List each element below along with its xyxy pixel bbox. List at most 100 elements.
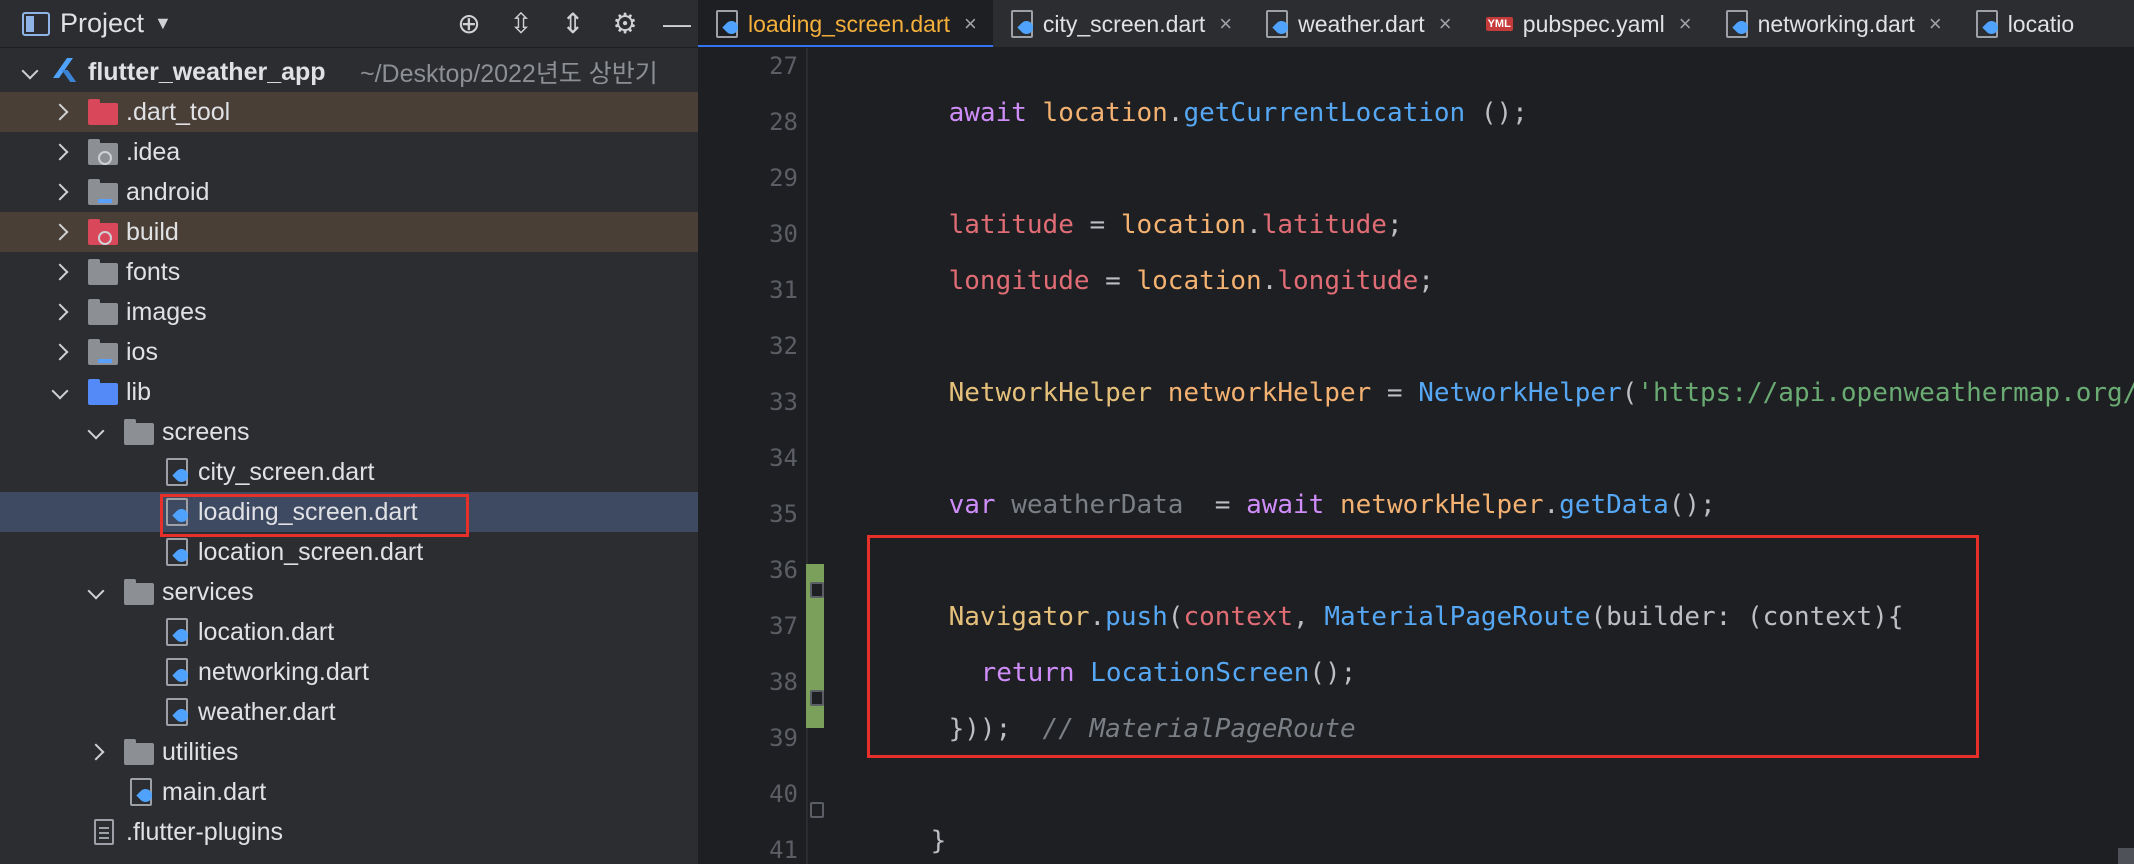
tree-item-build[interactable]: build: [0, 212, 698, 252]
chevron-down-icon[interactable]: [52, 386, 68, 402]
folder-icon: [124, 739, 154, 765]
tab-label: weather.dart: [1298, 10, 1425, 37]
module-folder-icon: [88, 339, 118, 365]
tree-item-networking[interactable]: networking.dart: [0, 652, 698, 692]
tab-weather[interactable]: weather.dart ×: [1248, 0, 1467, 47]
tree-item-idea[interactable]: .idea: [0, 132, 698, 172]
line-number: 36: [769, 556, 798, 584]
line-number: 35: [769, 500, 798, 528]
dart-file-icon: [166, 618, 188, 646]
line-number: 31: [769, 276, 798, 304]
dart-file-icon: [716, 10, 738, 38]
tree-item-label: screens: [162, 417, 250, 446]
close-icon[interactable]: ×: [1679, 11, 1692, 37]
gear-icon[interactable]: ⚙: [610, 9, 640, 39]
source-folder-icon: [88, 379, 118, 405]
project-view-icon: [22, 11, 50, 36]
tree-item-location-screen[interactable]: location_screen.dart: [0, 532, 698, 572]
line-number: 37: [769, 612, 798, 640]
text-file-icon: [94, 819, 114, 845]
dart-file-icon: [1725, 10, 1748, 38]
chevron-right-icon[interactable]: [52, 344, 68, 360]
collapse-all-icon[interactable]: ⇕: [558, 9, 588, 39]
chevron-right-icon[interactable]: [52, 264, 68, 280]
dart-file-icon: [166, 698, 188, 726]
chevron-down-icon[interactable]: [22, 66, 38, 82]
excluded-folder-icon: [88, 99, 118, 125]
tree-item-android[interactable]: android: [0, 172, 698, 212]
tab-loading-screen[interactable]: loading_screen.dart ×: [698, 0, 993, 47]
tree-item-city-screen[interactable]: city_screen.dart: [0, 452, 698, 492]
tree-item-label: images: [126, 297, 207, 326]
tree-item-main[interactable]: main.dart: [0, 772, 698, 812]
line-number: 27: [769, 52, 798, 80]
close-icon[interactable]: ×: [1219, 11, 1232, 37]
chevron-down-icon[interactable]: [88, 586, 104, 602]
chevron-right-icon[interactable]: [52, 224, 68, 240]
fold-toggle-icon[interactable]: [810, 690, 824, 706]
tab-label: pubspec.yaml: [1522, 10, 1665, 37]
dart-file-icon: [166, 458, 188, 486]
vertical-scrollbar[interactable]: [2118, 848, 2134, 864]
dart-file-icon: [166, 538, 188, 566]
chevron-right-icon[interactable]: [52, 104, 68, 120]
tree-item-ios[interactable]: ios: [0, 332, 698, 372]
dart-file-icon: [166, 658, 188, 686]
dart-file-icon: [1975, 10, 1998, 38]
tree-item-label: .dart_tool: [126, 97, 231, 126]
line-number: 34: [769, 444, 798, 472]
tree-item-label: city_screen.dart: [198, 457, 375, 486]
project-panel-title[interactable]: Project: [60, 8, 144, 39]
chevron-right-icon[interactable]: [88, 744, 104, 760]
minimize-icon[interactable]: —: [662, 9, 692, 39]
line-number-gutter: 27 28 29 30 31 32 33 34 35 36 37 38 39 4…: [698, 48, 828, 864]
tab-pubspec[interactable]: YML pubspec.yaml ×: [1468, 0, 1708, 47]
tree-item-fonts[interactable]: fonts: [0, 252, 698, 292]
tree-item-label: location_screen.dart: [198, 537, 424, 566]
tab-label: locatio: [2007, 10, 2075, 37]
tree-item-label: ios: [126, 337, 158, 366]
tab-networking[interactable]: networking.dart ×: [1708, 0, 1958, 47]
tree-root[interactable]: flutter_weather_app ~/Desktop/2022년도 상반기: [0, 52, 698, 92]
close-icon[interactable]: ×: [1929, 11, 1942, 37]
tree-item-label: main.dart: [162, 777, 267, 806]
tab-label: city_screen.dart: [1042, 10, 1206, 37]
fold-toggle-icon[interactable]: [810, 802, 824, 818]
idea-folder-icon: [88, 139, 118, 165]
tree-item-screens[interactable]: screens: [0, 412, 698, 452]
tree-root-label: flutter_weather_app: [88, 57, 326, 86]
fold-toggle-icon[interactable]: [810, 582, 824, 598]
tab-city-screen[interactable]: city_screen.dart ×: [993, 0, 1248, 47]
tree-item-images[interactable]: images: [0, 292, 698, 332]
tree-item-lib[interactable]: lib: [0, 372, 698, 412]
tree-item-label: weather.dart: [198, 697, 336, 726]
tree-item-label: build: [126, 217, 179, 246]
code-editor[interactable]: 27 28 29 30 31 32 33 34 35 36 37 38 39 4…: [698, 48, 2134, 864]
tree-item-utilities[interactable]: utilities: [0, 732, 698, 772]
code-line-40: }: [930, 826, 947, 856]
chevron-right-icon[interactable]: [52, 144, 68, 160]
chevron-right-icon[interactable]: [52, 184, 68, 200]
line-number: 33: [769, 388, 798, 416]
tree-item-weather[interactable]: weather.dart: [0, 692, 698, 732]
locate-icon[interactable]: ⊕: [454, 9, 484, 39]
code-line-27: await location.getCurrentLocation ();: [948, 98, 1528, 128]
project-panel-header: Project ▼ ⊕ ⇳ ⇕ ⚙ —: [0, 0, 698, 48]
tab-label: loading_screen.dart: [748, 10, 951, 37]
chevron-right-icon[interactable]: [52, 304, 68, 320]
chevron-down-icon[interactable]: ▼: [154, 13, 172, 34]
folder-icon: [124, 419, 154, 445]
tree-item-flutter-plugins[interactable]: .flutter-plugins: [0, 812, 698, 852]
project-panel: Project ▼ ⊕ ⇳ ⇕ ⚙ — flutter_weather_app …: [0, 0, 698, 864]
expand-all-icon[interactable]: ⇳: [506, 9, 536, 39]
project-toolbar: ⊕ ⇳ ⇕ ⚙ —: [454, 0, 692, 48]
tab-location-partial[interactable]: locatio: [1958, 0, 2090, 47]
tree-item-location[interactable]: location.dart: [0, 612, 698, 652]
chevron-down-icon[interactable]: [88, 426, 104, 442]
close-icon[interactable]: ×: [1439, 11, 1452, 37]
module-folder-icon: [88, 179, 118, 205]
close-icon[interactable]: ×: [964, 11, 977, 37]
tree-item-services[interactable]: services: [0, 572, 698, 612]
tree-item-dart-tool[interactable]: .dart_tool: [0, 92, 698, 132]
dart-file-icon: [1010, 10, 1033, 38]
